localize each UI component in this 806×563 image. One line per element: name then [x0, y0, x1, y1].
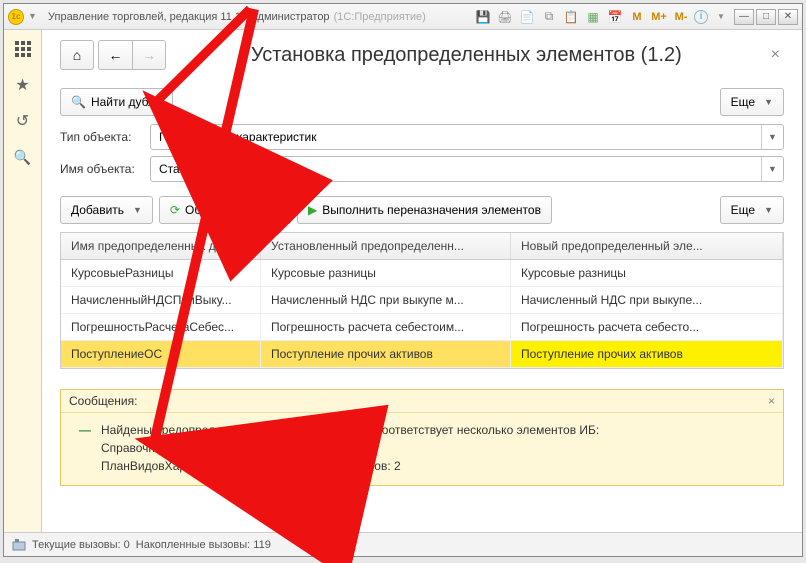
messages-close-button[interactable]: ×	[768, 394, 775, 408]
save-icon[interactable]: 💾	[474, 8, 492, 26]
chevron-down-icon: ▼	[133, 205, 142, 215]
refresh-label: Обновить список	[185, 203, 280, 217]
col-header-1[interactable]: Установленный предопределенн...	[261, 233, 511, 259]
messages-panel: Сообщения: × — Найдены предопределенные …	[60, 389, 784, 486]
find-duplicates-button[interactable]: 🔍 Найти дубли	[60, 88, 173, 116]
magnifier-icon: 🔍	[71, 95, 86, 109]
message-bullet-icon: —	[79, 421, 91, 439]
add-label: Добавить	[71, 203, 124, 217]
name-value: СтатьиРасходов	[159, 162, 251, 176]
messages-header: Сообщения:	[69, 394, 137, 408]
history-icon[interactable]: ↺	[14, 112, 32, 130]
nav-back-button[interactable]: ←	[98, 40, 132, 70]
page-title: Установка предопределенных элементов (1.…	[166, 44, 767, 67]
doc-icon[interactable]: 📄	[518, 8, 536, 26]
name-dropdown-icon[interactable]: ▼	[761, 157, 783, 181]
window-title: Управление торговлей, редакция 11.1 / Ад…	[48, 11, 330, 23]
status-bar: Текущие вызовы: 0 Накопленные вызовы: 11…	[4, 532, 802, 556]
table-row[interactable]: НачисленныйНДСПриВыку...Начисленный НДС …	[61, 287, 783, 314]
elements-table: Имя предопределенных д... Установленный …	[60, 232, 784, 369]
app-logo-icon: 1c	[8, 9, 24, 25]
table-cell: НачисленныйНДСПриВыку...	[61, 287, 261, 313]
maximize-button[interactable]: □	[756, 9, 776, 25]
app-menu-dropdown-icon[interactable]: ▼	[28, 11, 40, 23]
play-icon: ▶	[308, 203, 317, 217]
star-icon[interactable]: ★	[14, 76, 32, 94]
more-button-2[interactable]: Еще ▼	[720, 196, 784, 224]
message-line-1: Справочник.ВидыКонтактнойИнформации: 1	[101, 439, 771, 457]
m-button[interactable]: M	[628, 8, 646, 26]
calendar-icon[interactable]: 📅	[606, 8, 624, 26]
nav-forward-button[interactable]: →	[132, 40, 166, 70]
print-icon[interactable]: 🖨	[496, 8, 514, 26]
table-cell: Курсовые разницы	[511, 260, 783, 286]
clipboard-icon[interactable]: 📋	[562, 8, 580, 26]
refresh-icon: ⟳	[170, 203, 180, 217]
more-button-1[interactable]: Еще ▼	[720, 88, 784, 116]
refresh-list-button[interactable]: ⟳ Обновить список	[159, 196, 291, 224]
status-current: Текущие вызовы: 0	[32, 539, 130, 551]
chevron-down-icon: ▼	[764, 97, 773, 107]
search-icon[interactable]: 🔍	[14, 148, 32, 166]
name-label: Имя объекта:	[60, 162, 150, 176]
status-icon	[12, 538, 26, 552]
main-content: ⌂ ← → Установка предопределенных элемент…	[42, 30, 802, 532]
table-cell: ПоступлениеОС	[61, 341, 261, 367]
app-name: (1С:Предприятие)	[334, 11, 426, 23]
info-icon[interactable]: i	[694, 10, 708, 24]
calc-icon[interactable]: ▦	[584, 8, 602, 26]
type-select[interactable]: Планы видов характеристик ▼	[150, 124, 784, 150]
minimize-button[interactable]: —	[734, 9, 754, 25]
left-sidebar: ★ ↺ 🔍	[4, 30, 42, 532]
add-button[interactable]: Добавить ▼	[60, 196, 153, 224]
table-row[interactable]: ПогрешностьРасчетаСебес...Погрешность ра…	[61, 314, 783, 341]
name-select[interactable]: СтатьиРасходов ▼	[150, 156, 784, 182]
info-dropdown-icon[interactable]: ▼	[712, 8, 730, 26]
table-cell: Поступление прочих активов	[261, 341, 511, 367]
type-label: Тип объекта:	[60, 130, 150, 144]
titlebar: 1c ▼ Управление торговлей, редакция 11.1…	[4, 4, 802, 30]
message-line-0: Найдены предопределенные значения, котор…	[101, 421, 771, 439]
message-line-2: ПланВидовХарактеристик.СтатьиАктивовПасс…	[101, 457, 771, 475]
execute-reassign-button[interactable]: ▶ Выполнить переназначения элементов	[297, 196, 552, 224]
home-button[interactable]: ⌂	[60, 40, 94, 70]
type-dropdown-icon[interactable]: ▼	[761, 125, 783, 149]
message-body: — Найдены предопределенные значения, кот…	[61, 412, 783, 485]
table-header: Имя предопределенных д... Установленный …	[61, 233, 783, 260]
table-cell: Погрешность расчета себесто...	[511, 314, 783, 340]
more-label-2: Еще	[731, 203, 755, 217]
table-cell: КурсовыеРазницы	[61, 260, 261, 286]
table-cell: Начисленный НДС при выкупе м...	[261, 287, 511, 313]
m-plus-button[interactable]: M+	[650, 8, 668, 26]
table-row[interactable]: ПоступлениеОСПоступление прочих активовП…	[61, 341, 783, 368]
type-value: Планы видов характеристик	[159, 130, 316, 144]
page-close-button[interactable]: ×	[767, 46, 784, 64]
table-row[interactable]: КурсовыеРазницыКурсовые разницыКурсовые …	[61, 260, 783, 287]
col-header-0[interactable]: Имя предопределенных д...	[61, 233, 261, 259]
more-label: Еще	[731, 95, 755, 109]
status-accum: Накопленные вызовы: 119	[136, 539, 271, 551]
col-header-2[interactable]: Новый предопределенный эле...	[511, 233, 783, 259]
close-button[interactable]: ✕	[778, 9, 798, 25]
find-duplicates-label: Найти дубли	[91, 95, 162, 109]
table-cell: Поступление прочих активов	[511, 341, 783, 367]
compare-icon[interactable]: ⧉	[540, 8, 558, 26]
m-minus-button[interactable]: M-	[672, 8, 690, 26]
table-cell: Погрешность расчета себестоим...	[261, 314, 511, 340]
apps-grid-icon[interactable]	[14, 40, 32, 58]
execute-label: Выполнить переназначения элементов	[322, 203, 541, 217]
table-cell: Курсовые разницы	[261, 260, 511, 286]
chevron-down-icon: ▼	[764, 205, 773, 215]
table-cell: ПогрешностьРасчетаСебес...	[61, 314, 261, 340]
table-cell: Начисленный НДС при выкупе...	[511, 287, 783, 313]
